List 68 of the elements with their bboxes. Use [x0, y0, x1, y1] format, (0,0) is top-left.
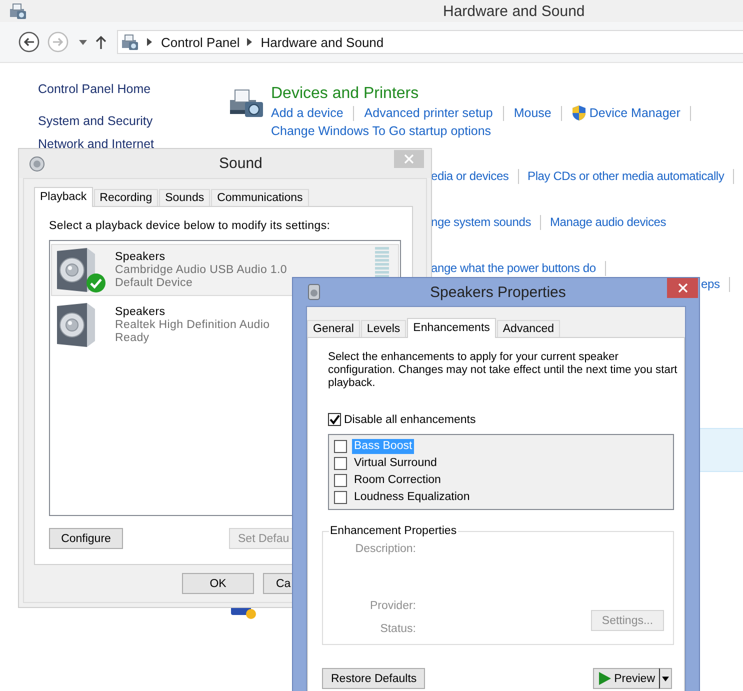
link[interactable]: Change Windows To Go startup options: [271, 122, 492, 140]
checkbox[interactable]: [334, 491, 347, 504]
link[interactable]: Add a device: [271, 104, 344, 122]
restore-defaults-button[interactable]: Restore Defaults: [322, 668, 425, 689]
section-heading[interactable]: Devices and Printers: [271, 84, 419, 104]
nav-link[interactable]: System and Security: [38, 112, 153, 130]
checkbox-label[interactable]: Disable all enhancements: [344, 414, 476, 426]
tab[interactable]: Recording: [94, 189, 158, 206]
tab[interactable]: Advanced: [496, 320, 560, 337]
window-title: Speakers Properties: [430, 284, 566, 300]
breadcrumb-item[interactable]: Hardware and Sound: [260, 34, 384, 50]
shield-icon: [572, 105, 586, 121]
caret-icon: [662, 676, 669, 682]
link[interactable]: Manage audio devices: [550, 214, 666, 230]
printer-icon: [120, 33, 140, 51]
instruction-text: Select the enhancements to apply for your current speaker configuration. Changes may not take effect until the next time you start playback.: [328, 351, 678, 390]
button[interactable]: Configure: [49, 528, 123, 549]
link[interactable]: edia or devices: [431, 168, 509, 184]
checkbox[interactable]: [328, 413, 341, 426]
device-status: Default Device: [115, 277, 194, 290]
chevron-icon: [147, 38, 152, 46]
tab[interactable]: Enhancements: [407, 318, 496, 338]
link[interactable]: eps: [701, 276, 720, 292]
dropdown-caret-icon[interactable]: [79, 40, 87, 44]
device-description: Cambridge Audio USB Audio 1.0: [115, 264, 288, 277]
device-name: Speakers: [115, 306, 166, 319]
instruction-text: Select a playback device below to modify its settings:: [49, 220, 332, 232]
window-title: Hardware and Sound: [443, 2, 585, 20]
field-label: Status:: [379, 623, 416, 635]
link[interactable]: nge system sounds: [431, 214, 531, 230]
tab[interactable]: General: [307, 320, 360, 337]
device-name: Speakers: [115, 251, 166, 264]
close-icon: [678, 283, 688, 293]
link[interactable]: Play CDs or other media automatically: [528, 168, 724, 184]
close-icon: [404, 154, 414, 164]
device-status: Ready: [115, 332, 150, 345]
tab[interactable]: Sounds: [159, 189, 210, 206]
chevron-icon: [246, 38, 252, 46]
tab[interactable]: Playback: [34, 187, 93, 207]
enhancement-label[interactable]: Virtual Surround: [352, 456, 439, 471]
play-icon: [599, 672, 612, 685]
link[interactable]: Device Manager: [589, 104, 680, 122]
nav-link[interactable]: Control Panel Home: [38, 80, 151, 98]
link[interactable]: Mouse: [514, 104, 552, 122]
preview-button[interactable]: Preview: [593, 668, 659, 689]
enhancement-label[interactable]: Room Correction: [352, 473, 443, 488]
up-arrow-icon[interactable]: [95, 35, 107, 49]
dropdown-button[interactable]: [659, 668, 672, 689]
button[interactable]: OK: [182, 573, 254, 594]
close-button[interactable]: [667, 278, 698, 298]
group-title: Enhancement Properties: [329, 524, 458, 538]
field-label: Provider:: [368, 600, 416, 612]
link[interactable]: Advanced printer setup: [364, 104, 493, 122]
back-icon[interactable]: [18, 31, 40, 53]
link[interactable]: ange what the power buttons do: [431, 260, 596, 276]
checkbox[interactable]: [334, 474, 347, 487]
speaker-icon: [308, 284, 320, 300]
breadcrumb-item[interactable]: Control Panel: [161, 34, 240, 50]
checkbox[interactable]: [334, 457, 347, 470]
field-label: Description:: [354, 543, 416, 555]
tab[interactable]: Levels: [360, 320, 406, 337]
enhancement-label[interactable]: Loudness Equalization: [352, 490, 472, 505]
speaker-icon: [29, 156, 45, 172]
tab[interactable]: Communications: [211, 189, 309, 206]
window-title: Sound: [219, 155, 262, 172]
checkbox[interactable]: [334, 440, 347, 453]
device-description: Realtek High Definition Audio: [115, 319, 270, 332]
address-bar[interactable]: Control Panel Hardware and Sound: [117, 30, 743, 54]
